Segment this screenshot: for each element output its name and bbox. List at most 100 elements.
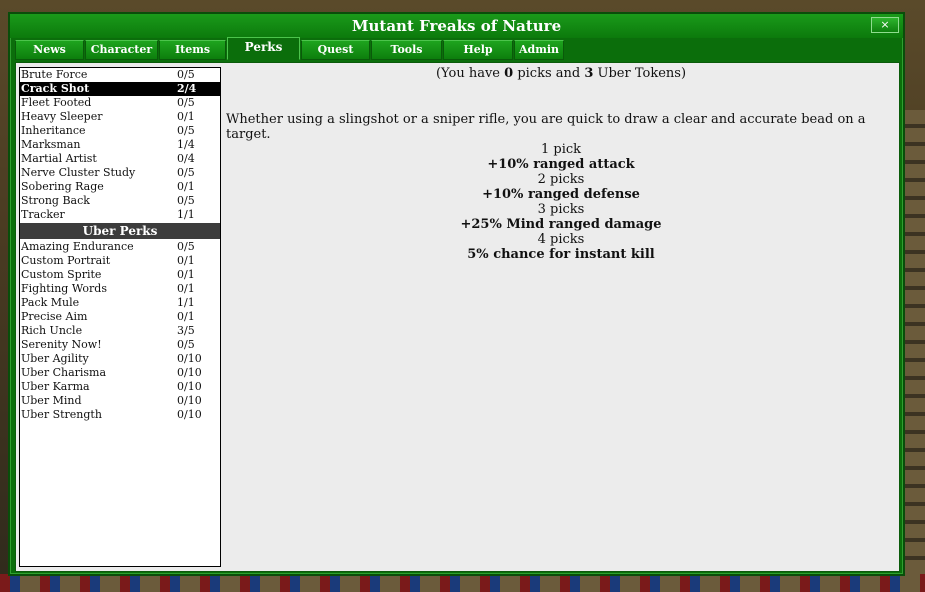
perk-name: Rich Uncle [21, 324, 83, 337]
uber-perk-row[interactable]: Uber Agility 0/10 [20, 352, 220, 366]
perk-level: 0/1 [177, 180, 195, 193]
tier-label: 2 picks [537, 172, 585, 187]
perk-name: Nerve Cluster Study [21, 166, 136, 179]
perk-row[interactable]: Heavy Sleeper 0/1 [20, 110, 220, 124]
perk-level: 0/5 [177, 194, 195, 207]
perk-row-selected[interactable]: Crack Shot 2/4 [20, 82, 220, 96]
perk-row[interactable]: Strong Back 0/5 [20, 194, 220, 208]
picks-count: 0 [504, 66, 514, 81]
perk-list[interactable]: Brute Force 0/5 Crack Shot 2/4 Fleet Foote… [19, 67, 221, 567]
tab-news[interactable]: News [15, 40, 84, 60]
perk-level: 1/1 [177, 296, 195, 309]
title-bar[interactable]: Mutant Freaks of Nature × [10, 14, 903, 38]
uber-perk-row[interactable]: Uber Mind 0/10 [20, 394, 220, 408]
perk-row[interactable]: Nerve Cluster Study 0/5 [20, 166, 220, 180]
perk-name: Uber Mind [21, 394, 82, 407]
perk-name: Pack Mule [21, 296, 80, 309]
perk-level: 2/4 [177, 82, 197, 95]
tier-label: 3 picks [537, 202, 585, 217]
perk-level: 1/4 [177, 138, 195, 151]
perk-row[interactable]: Fleet Footed 0/5 [20, 96, 220, 110]
perk-name: Uber Agility [21, 352, 89, 365]
tab-help[interactable]: Help [443, 40, 513, 60]
perk-name: Heavy Sleeper [21, 110, 103, 123]
perk-level: 0/5 [177, 338, 195, 351]
tab-quest[interactable]: Quest [301, 40, 370, 60]
perks-panel: Brute Force 0/5 Crack Shot 2/4 Fleet Foote… [15, 62, 900, 572]
uber-perk-row[interactable]: Custom Portrait 0/1 [20, 254, 220, 268]
perk-name: Uber Strength [21, 408, 102, 421]
perk-name: Strong Back [21, 194, 90, 207]
perk-level: 0/1 [177, 254, 195, 267]
perk-name: Crack Shot [21, 82, 90, 95]
uber-perk-row[interactable]: Uber Karma 0/10 [20, 380, 220, 394]
picks-middle: picks and [513, 66, 585, 81]
tab-character[interactable]: Character [85, 40, 158, 60]
tier-label: 1 pick [540, 142, 582, 157]
perk-name: Uber Karma [21, 380, 90, 393]
picks-prefix: (You have [435, 66, 505, 81]
tab-admin[interactable]: Admin [514, 40, 564, 60]
perk-level: 0/5 [177, 240, 195, 253]
perk-level: 0/10 [177, 394, 202, 407]
picks-suffix: Uber Tokens) [593, 66, 687, 81]
uber-perk-row[interactable]: Fighting Words 0/1 [20, 282, 220, 296]
uber-perk-row[interactable]: Serenity Now! 0/5 [20, 338, 220, 352]
tier-effect: +10% ranged attack [487, 157, 635, 172]
perk-name: Amazing Endurance [21, 240, 134, 253]
perk-level: 0/1 [177, 282, 195, 295]
perk-name: Custom Sprite [21, 268, 102, 281]
perk-level: 0/5 [177, 166, 195, 179]
window-title: Mutant Freaks of Nature [351, 17, 562, 35]
perk-row[interactable]: Tracker 1/1 [20, 208, 220, 222]
perk-name: Martial Artist [21, 152, 97, 165]
backdrop-scenery-right [905, 110, 925, 592]
perk-name: Fighting Words [21, 282, 107, 295]
perk-level: 0/10 [177, 408, 202, 421]
perk-level: 0/5 [177, 124, 195, 137]
perk-name: Brute Force [21, 68, 88, 81]
perk-row[interactable]: Sobering Rage 0/1 [20, 180, 220, 194]
perks-window: Mutant Freaks of Nature × News Character… [8, 12, 905, 576]
tier-label: 4 picks [537, 232, 585, 247]
perk-row[interactable]: Marksman 1/4 [20, 138, 220, 152]
perk-level: 0/4 [177, 152, 195, 165]
perk-tiers: 1 pick +10% ranged attack 2 picks +10% r… [226, 142, 896, 262]
perk-row[interactable]: Inheritance 0/5 [20, 124, 220, 138]
uber-perk-row[interactable]: Custom Sprite 0/1 [20, 268, 220, 282]
perk-level: 0/10 [177, 366, 202, 379]
perk-name: Inheritance [21, 124, 86, 137]
perk-level: 0/1 [177, 310, 195, 323]
backdrop-scenery-bottom [0, 574, 925, 592]
tier-effect: 5% chance for instant kill [467, 247, 655, 262]
perk-name: Precise Aim [21, 310, 88, 323]
uber-perk-row[interactable]: Precise Aim 0/1 [20, 310, 220, 324]
tier-effect: +10% ranged defense [482, 187, 640, 202]
close-button[interactable]: × [871, 17, 899, 33]
perk-detail: (You have 0 picks and 3 Uber Tokens) Whe… [226, 63, 896, 568]
tab-perks[interactable]: Perks [227, 37, 300, 60]
uber-perk-row[interactable]: Pack Mule 1/1 [20, 296, 220, 310]
perk-name: Tracker [21, 208, 65, 221]
perk-level: 0/10 [177, 380, 202, 393]
perk-name: Sobering Rage [21, 180, 104, 193]
tab-tools[interactable]: Tools [371, 40, 442, 60]
perk-name: Uber Charisma [21, 366, 107, 379]
perk-row[interactable]: Brute Force 0/5 [20, 68, 220, 82]
uber-perk-row[interactable]: Amazing Endurance 0/5 [20, 240, 220, 254]
perk-level: 0/1 [177, 268, 195, 281]
perk-row[interactable]: Martial Artist 0/4 [20, 152, 220, 166]
uber-perk-row[interactable]: Uber Strength 0/10 [20, 408, 220, 422]
perk-name: Fleet Footed [21, 96, 92, 109]
perk-level: 3/5 [177, 324, 195, 337]
perk-level: 0/5 [177, 68, 195, 81]
uber-perk-row[interactable]: Uber Charisma 0/10 [20, 366, 220, 380]
perk-level: 0/10 [177, 352, 202, 365]
perk-level: 0/5 [177, 96, 195, 109]
perk-name: Custom Portrait [21, 254, 111, 267]
uber-perk-row[interactable]: Rich Uncle 3/5 [20, 324, 220, 338]
uber-perks-header: Uber Perks [20, 223, 220, 239]
tab-items[interactable]: Items [159, 40, 226, 60]
perk-description: Whether using a slingshot or a sniper ri… [226, 112, 866, 142]
picks-summary: (You have 0 picks and 3 Uber Tokens) [226, 66, 896, 81]
